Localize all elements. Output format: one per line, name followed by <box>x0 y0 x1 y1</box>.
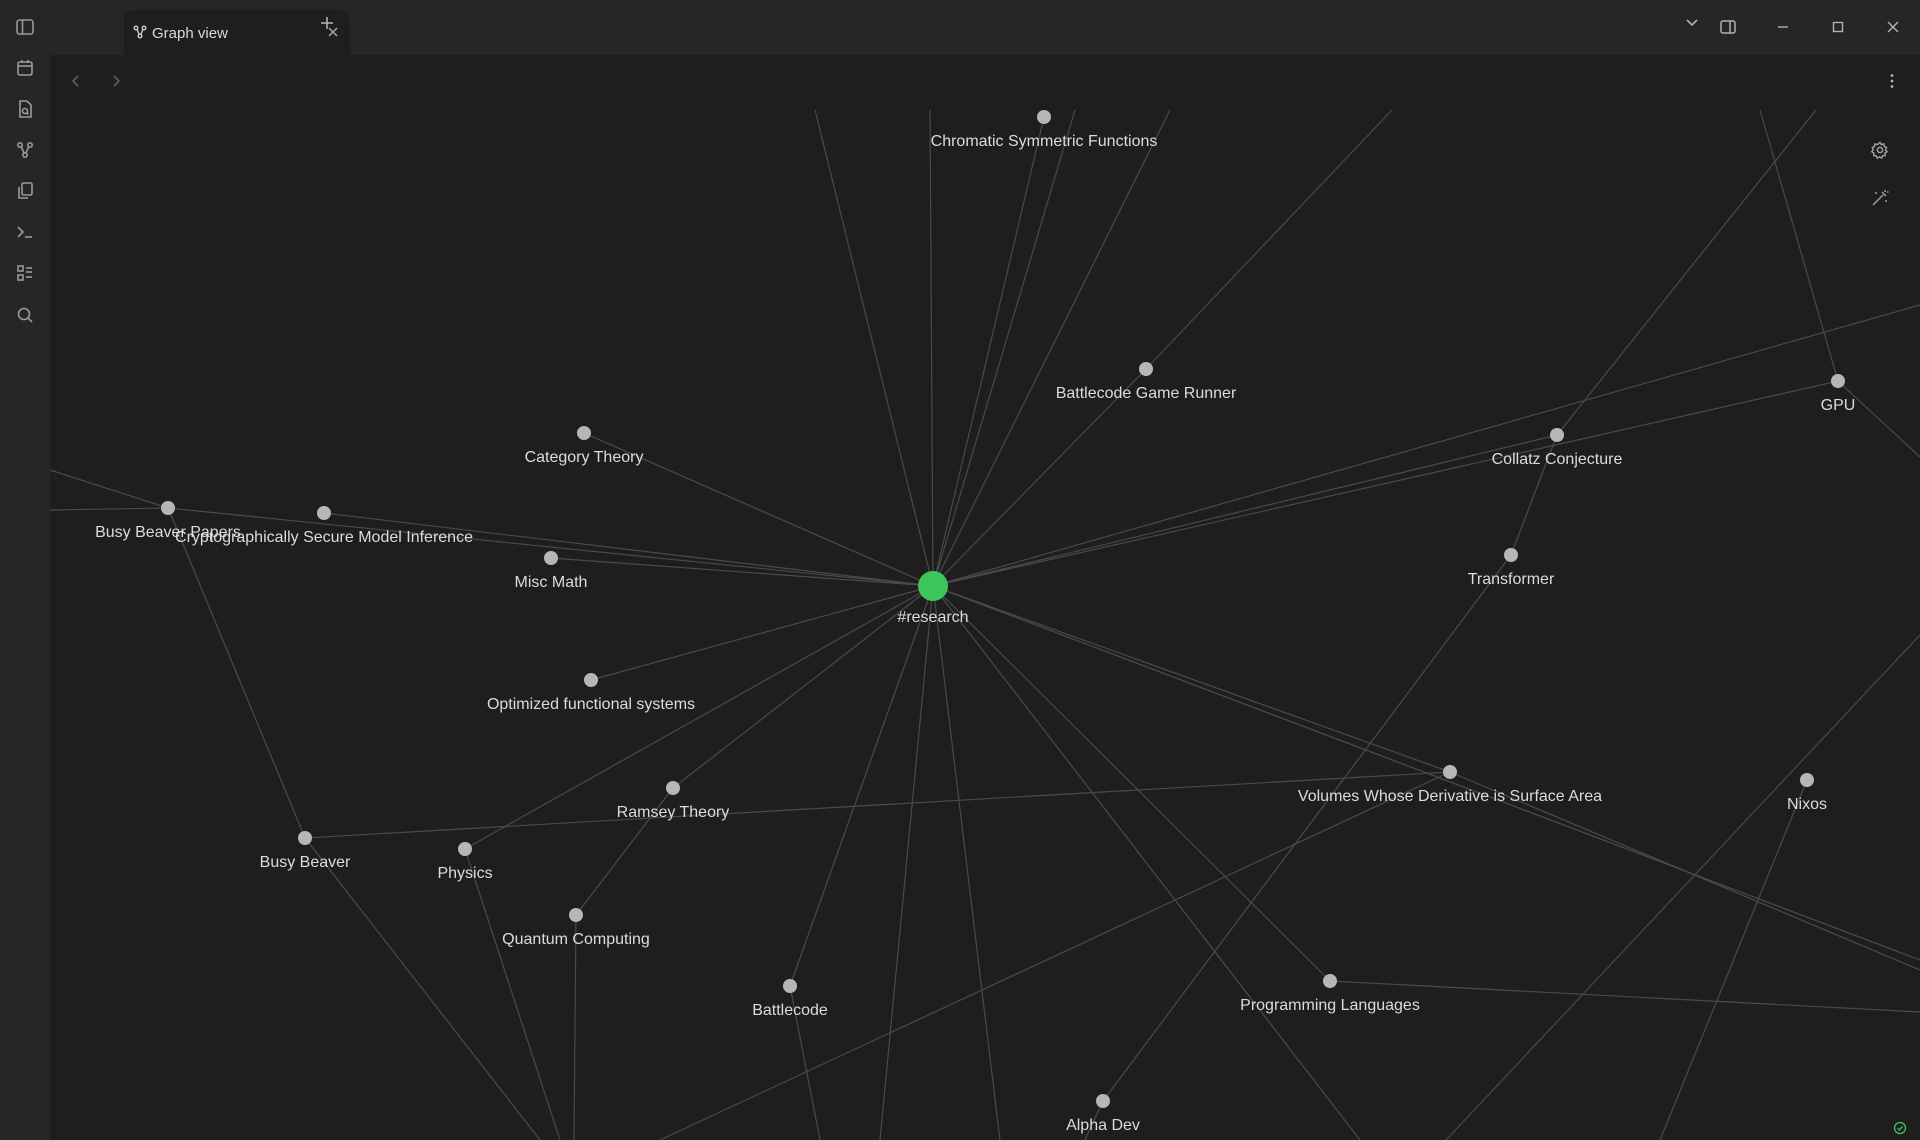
navigation-bar <box>50 55 1920 110</box>
settings-icon[interactable] <box>1865 135 1895 165</box>
graph-node-dot[interactable] <box>1550 428 1564 442</box>
graph-edge <box>573 914 577 1140</box>
graph-edge <box>323 512 934 587</box>
graph-node-dot[interactable] <box>1831 374 1845 388</box>
more-options-icon[interactable] <box>1878 67 1906 95</box>
graph-node-label: Ramsey Theory <box>617 804 730 821</box>
graph-node-battlecode[interactable]: Battlecode <box>752 979 828 1019</box>
graph-node-label: Volumes Whose Derivative is Surface Area <box>1298 788 1602 805</box>
graph-node-label: Quantum Computing <box>502 931 650 948</box>
animate-wand-icon[interactable] <box>1865 183 1895 213</box>
graph-node-label: Physics <box>437 865 492 882</box>
graph-edge <box>49 507 169 511</box>
graph-node-dot[interactable] <box>298 831 312 845</box>
graph-node-programming-languages[interactable]: Programming Languages <box>1240 974 1420 1014</box>
graph-edge <box>932 585 1361 1140</box>
graph-node-dot[interactable] <box>1443 765 1457 779</box>
graph-edge <box>1102 554 1512 1102</box>
graph-edge <box>929 109 934 587</box>
graph-node-label: Chromatic Symmetric Functions <box>931 133 1158 150</box>
graph-node-volumes[interactable]: Volumes Whose Derivative is Surface Area <box>1298 765 1602 805</box>
graph-edge <box>932 585 1001 1140</box>
graph-node-dot[interactable] <box>1323 974 1337 988</box>
back-button[interactable] <box>62 67 90 95</box>
graph-node-dot[interactable] <box>1139 362 1153 376</box>
graph-node-dot[interactable] <box>458 842 472 856</box>
graph-node-label: Battlecode Game Runner <box>1056 385 1237 402</box>
graph-node-label: Programming Languages <box>1240 997 1420 1014</box>
graph-node-label: Busy Beaver <box>260 854 351 871</box>
graph-edge <box>932 116 1045 587</box>
graph-node-busy-beaver[interactable]: Busy Beaver <box>260 831 351 871</box>
graph-node-dot[interactable] <box>1096 1094 1110 1108</box>
graph-edge <box>1145 109 1393 370</box>
sync-status-icon[interactable] <box>1893 1121 1907 1135</box>
graph-edge <box>932 380 1839 587</box>
graph-node-alpha-dev[interactable]: Alpha Dev <box>1066 1094 1140 1134</box>
forward-button[interactable] <box>102 67 130 95</box>
graph-node-dot[interactable] <box>577 426 591 440</box>
graph-edge <box>789 585 934 987</box>
graph-edge <box>1759 109 1839 382</box>
graph-edge <box>49 469 169 509</box>
graph-edge <box>932 109 1076 587</box>
graph-edges <box>49 109 1920 1140</box>
graph-node-label: Battlecode <box>752 1002 828 1019</box>
graph-node-label: Alpha Dev <box>1066 1117 1140 1134</box>
graph-node-battlecode-runner[interactable]: Battlecode Game Runner <box>1056 362 1237 402</box>
graph-node-dot[interactable] <box>1504 548 1518 562</box>
graph-node-label: Nixos <box>1787 796 1827 813</box>
graph-edge <box>1837 380 1920 458</box>
graph-node-dot[interactable] <box>666 781 680 795</box>
graph-edge <box>932 304 1920 587</box>
graph-node-dot[interactable] <box>783 979 797 993</box>
graph-node-dot[interactable] <box>317 506 331 520</box>
graph-edge <box>167 507 306 839</box>
graph-edge <box>590 585 934 681</box>
graph-node-optimized[interactable]: Optimized functional systems <box>487 673 695 713</box>
graph-edge <box>672 585 934 789</box>
graph-node-ramsey[interactable]: Ramsey Theory <box>617 781 730 821</box>
graph-node-transformer[interactable]: Transformer <box>1468 548 1555 588</box>
graph-edge <box>1556 109 1817 436</box>
graph-edge <box>814 109 934 587</box>
graph-edge <box>464 848 561 1140</box>
graph-node-label: Cryptographically Secure Model Inference <box>175 529 473 546</box>
graph-edge <box>879 585 934 1140</box>
graph-node-label: Optimized functional systems <box>487 696 695 713</box>
graph-node-dot[interactable] <box>161 501 175 515</box>
graph-node-dot[interactable] <box>1037 110 1051 124</box>
graph-edge <box>550 557 934 587</box>
graph-node-dot[interactable] <box>569 908 583 922</box>
graph-node-dot[interactable] <box>1800 773 1814 787</box>
graph-node-label: GPU <box>1821 397 1856 414</box>
graph-edge <box>932 585 1331 982</box>
graph-node-label: Collatz Conjecture <box>1492 451 1623 468</box>
graph-edge <box>304 837 541 1140</box>
graph-node-chromatic[interactable]: Chromatic Symmetric Functions <box>931 110 1158 150</box>
graph-node-nixos[interactable]: Nixos <box>1787 773 1827 813</box>
graph-canvas[interactable]: #research Chromatic Symmetric Functions Ba… <box>0 0 1920 1140</box>
graph-node-label: Transformer <box>1468 571 1555 588</box>
graph-node-label: #research <box>897 609 968 626</box>
graph-node-category-theory[interactable]: Category Theory <box>525 426 644 466</box>
graph-node-label: Misc Math <box>515 574 588 591</box>
graph-edge <box>932 109 1171 587</box>
graph-edge <box>659 771 1451 1140</box>
graph-node-misc-math[interactable]: Misc Math <box>515 551 588 591</box>
graph-node-physics[interactable]: Physics <box>437 842 493 882</box>
graph-edge <box>304 771 1451 839</box>
graph-nodes: #research Chromatic Symmetric Functions Ba… <box>95 110 1855 1134</box>
graph-edge <box>932 434 1558 587</box>
graph-edge <box>932 585 1451 773</box>
graph-edge <box>1445 634 1920 1140</box>
graph-node-dot[interactable] <box>918 571 948 601</box>
graph-node-gpu[interactable]: GPU <box>1821 374 1856 414</box>
graph-node-dot[interactable] <box>584 673 598 687</box>
graph-node-label: Category Theory <box>525 449 644 466</box>
graph-node-dot[interactable] <box>544 551 558 565</box>
